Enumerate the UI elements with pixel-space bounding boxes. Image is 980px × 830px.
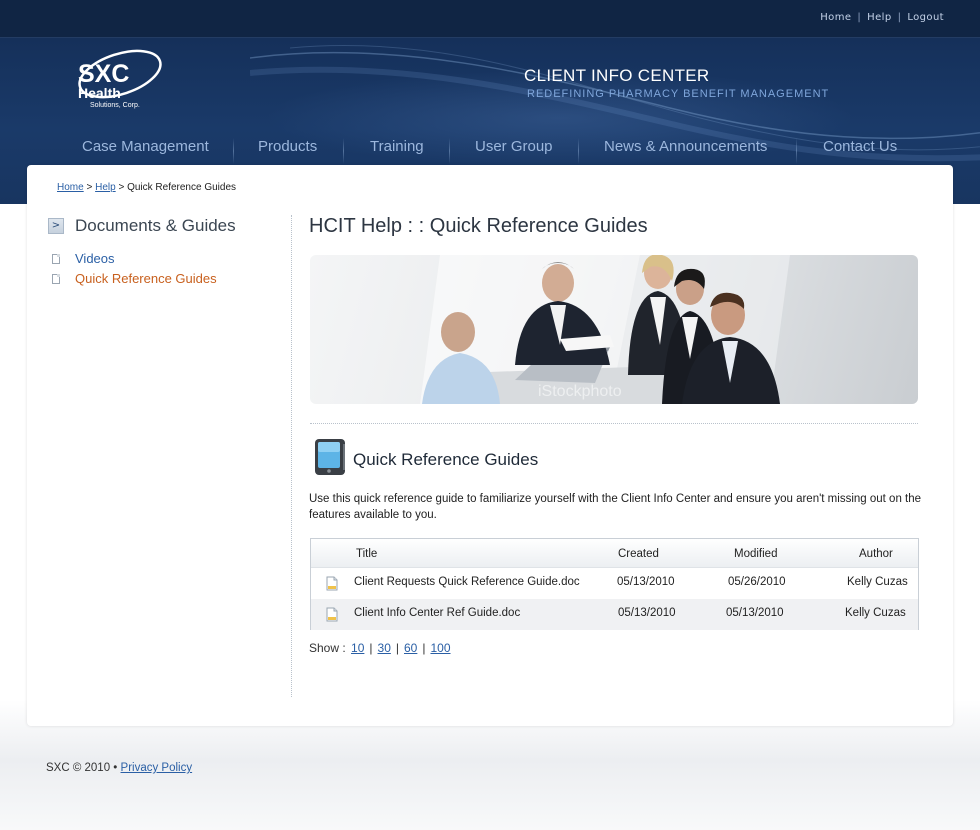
intro-text: Use this quick reference guide to famili… <box>309 493 922 521</box>
page-size-60[interactable]: 60 <box>404 641 417 655</box>
nav-products[interactable]: Products <box>258 134 317 164</box>
top-bar: Home | Help | Logout <box>0 0 980 38</box>
section-divider <box>310 423 918 424</box>
breadcrumb-help[interactable]: Help <box>95 182 116 193</box>
document-author: Kelly Cuzas <box>845 607 906 619</box>
word-document-icon <box>326 607 338 622</box>
document-icon <box>52 253 60 264</box>
document-created: 05/13/2010 <box>617 576 675 588</box>
breadcrumb-separator: > <box>86 182 93 193</box>
page-size-100[interactable]: 100 <box>430 641 450 655</box>
footer: SXC © 2010 • Privacy Policy <box>46 762 192 774</box>
page-size-selector: Show : 10 | 30 | 60 | 100 <box>309 641 453 655</box>
breadcrumb-home[interactable]: Home <box>57 182 84 193</box>
utility-links: Home | Help | Logout <box>820 12 944 23</box>
column-header-created[interactable]: Created <box>618 548 659 560</box>
app-tagline: REDEFINING PHARMACY BENEFIT MANAGEMENT <box>527 88 830 100</box>
nav-news-announcements[interactable]: News & Announcements <box>604 134 767 164</box>
sidebar-title: Documents & Guides <box>75 216 236 235</box>
logo-text-sxc: SXC <box>78 60 129 88</box>
column-header-modified[interactable]: Modified <box>734 548 777 560</box>
nav-divider <box>233 138 234 164</box>
hero-watermark: iStockphoto <box>538 383 622 400</box>
separator: | <box>369 641 373 655</box>
nav-divider <box>343 138 344 164</box>
document-modified: 05/13/2010 <box>726 607 784 619</box>
document-title-link[interactable]: Client Requests Quick Reference Guide.do… <box>354 576 580 588</box>
privacy-policy-link[interactable]: Privacy Policy <box>121 762 193 774</box>
nav-case-management[interactable]: Case Management <box>82 134 209 164</box>
tablet-icon <box>315 439 345 475</box>
column-header-author[interactable]: Author <box>859 548 893 560</box>
documents-table: Title Created Modified Author Client Req… <box>310 538 919 630</box>
sidebar-item-quick-reference-guides[interactable]: Quick Reference Guides <box>52 271 217 286</box>
logo-text-health: Health <box>78 85 121 101</box>
table-row[interactable]: Client Requests Quick Reference Guide.do… <box>311 568 918 599</box>
sxc-logo[interactable]: SXC Health Solutions, Corp. <box>74 46 170 112</box>
nav-contact-us[interactable]: Contact Us <box>823 134 897 164</box>
word-document-icon <box>326 576 338 591</box>
app-title: CLIENT INFO CENTER <box>524 66 710 85</box>
sxc-logo-mark: SXC Health Solutions, Corp. <box>78 49 162 109</box>
separator: | <box>422 641 426 655</box>
nav-training[interactable]: Training <box>370 134 424 164</box>
breadcrumb-current: Quick Reference Guides <box>127 182 237 193</box>
main-nav: Case Management Products Training User G… <box>0 134 980 164</box>
breadcrumb: Home > Help > Quick Reference Guides <box>57 182 236 193</box>
sidebar-item-videos[interactable]: Videos <box>52 251 115 266</box>
document-author: Kelly Cuzas <box>847 576 908 588</box>
nav-divider <box>578 138 579 164</box>
logo-text-solutions: Solutions, Corp. <box>90 102 140 109</box>
business-meeting-photo <box>420 255 790 404</box>
separator: | <box>897 12 902 23</box>
hero-image: iStockphoto <box>310 255 918 404</box>
breadcrumb-separator: > <box>118 182 125 193</box>
page-size-label: Show : <box>309 641 346 655</box>
top-link-logout[interactable]: Logout <box>907 12 944 23</box>
content-card: Home > Help > Quick Reference Guides > D… <box>27 165 953 726</box>
page-title: HCIT Help : : Quick Reference Guides <box>309 215 648 237</box>
separator: | <box>395 641 399 655</box>
chevron-right-icon: > <box>48 218 64 234</box>
section-title: Quick Reference Guides <box>353 450 539 469</box>
column-header-title[interactable]: Title <box>356 548 377 560</box>
document-icon <box>52 273 60 284</box>
copyright-text: SXC © 2010 • <box>46 762 118 774</box>
table-row[interactable]: Client Info Center Ref Guide.doc 05/13/2… <box>311 599 918 630</box>
document-modified: 05/26/2010 <box>728 576 786 588</box>
sidebar-item-label: Videos <box>75 251 115 266</box>
top-link-home[interactable]: Home <box>820 12 851 23</box>
sidebar-item-label: Quick Reference Guides <box>75 271 217 286</box>
page-size-10[interactable]: 10 <box>351 641 364 655</box>
nav-divider <box>796 138 797 164</box>
nav-divider <box>449 138 450 164</box>
page-size-30[interactable]: 30 <box>378 641 391 655</box>
separator: | <box>857 12 862 23</box>
nav-user-group[interactable]: User Group <box>475 134 553 164</box>
column-divider <box>291 215 292 697</box>
table-header: Title Created Modified Author <box>311 539 918 568</box>
document-created: 05/13/2010 <box>618 607 676 619</box>
sidebar-header: > Documents & Guides <box>48 216 236 236</box>
top-link-help[interactable]: Help <box>867 12 891 23</box>
document-title-link[interactable]: Client Info Center Ref Guide.doc <box>354 607 520 619</box>
